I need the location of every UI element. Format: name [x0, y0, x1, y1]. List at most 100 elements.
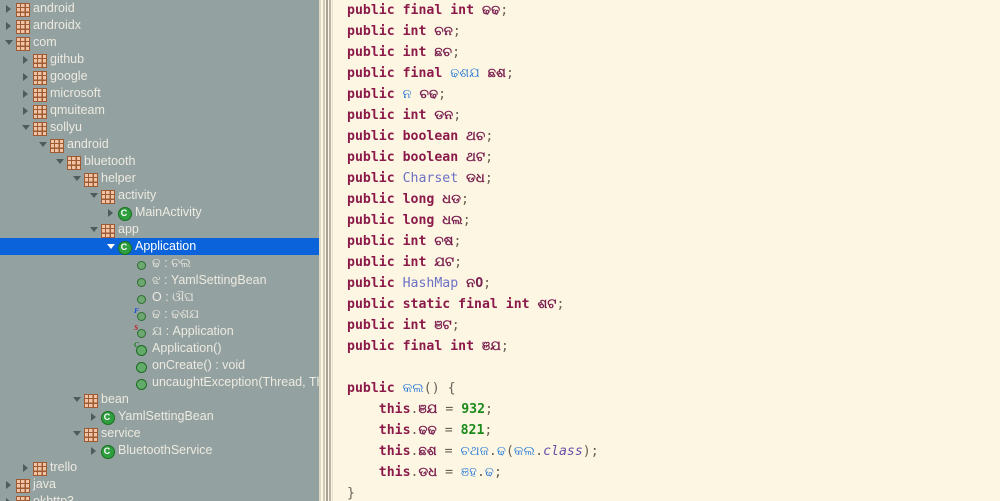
- tree-row[interactable]: BluetoothService: [0, 442, 319, 459]
- tree-row-label: ଯ : Application: [152, 324, 234, 338]
- code-line: this.ଡଧ = ଞହ.ଢ;: [347, 462, 599, 483]
- code-token-kw: final: [402, 66, 451, 81]
- scrollbar-stripe[interactable]: [319, 0, 321, 501]
- code-token-kw: this: [378, 444, 411, 459]
- tree-row[interactable]: helper: [0, 170, 319, 187]
- code-token-ident: ଚନ: [434, 24, 453, 39]
- tree-row[interactable]: qmuiteam: [0, 102, 319, 119]
- class-icon: [100, 408, 115, 425]
- code-line: public Charset ଡଧ;: [347, 168, 599, 189]
- chevron-right-icon[interactable]: [21, 102, 32, 119]
- tree-row[interactable]: sollyu: [0, 119, 319, 136]
- code-token-ident: ଯଟ: [434, 255, 455, 270]
- tree-row-label: com: [33, 35, 57, 49]
- chevron-right-icon[interactable]: [4, 493, 15, 501]
- chevron-right-icon[interactable]: [21, 68, 32, 85]
- chevron-down-icon[interactable]: [89, 221, 100, 238]
- chevron-right-icon[interactable]: [89, 442, 100, 459]
- code-token-pun: .: [488, 444, 497, 459]
- tree-row[interactable]: O : ଔଘ: [0, 289, 319, 306]
- modifier-badge-s-icon: S: [134, 323, 139, 332]
- class-icon: [117, 204, 132, 221]
- code-token-kw: int: [505, 297, 538, 312]
- code-token-ident: ଢଢ: [481, 3, 501, 18]
- tree-row-label: helper: [101, 171, 136, 185]
- chevron-down-icon[interactable]: [21, 119, 32, 136]
- code-token-idb: ଢଶଯ: [450, 66, 488, 81]
- chevron-right-icon[interactable]: [4, 0, 15, 17]
- tree-row[interactable]: onCreate() : void: [0, 357, 319, 374]
- editor-scrollbar-gutter[interactable]: [319, 0, 335, 501]
- tree-row[interactable]: github: [0, 51, 319, 68]
- chevron-down-icon[interactable]: [89, 187, 100, 204]
- scrollbar-stripe[interactable]: [326, 0, 328, 501]
- code-token-pun: ;: [500, 339, 509, 354]
- tree-row[interactable]: S ଯ : Application: [0, 323, 319, 340]
- tree-row[interactable]: microsoft: [0, 85, 319, 102]
- tree-row[interactable]: MainActivity: [0, 204, 319, 221]
- tree-row[interactable]: android: [0, 0, 319, 17]
- code-token-pun: ;: [485, 129, 494, 144]
- chevron-right-icon[interactable]: [89, 408, 100, 425]
- tree-row[interactable]: android: [0, 136, 319, 153]
- tree-row[interactable]: activity: [0, 187, 319, 204]
- tree-row[interactable]: app: [0, 221, 319, 238]
- tree-row[interactable]: trello: [0, 459, 319, 476]
- scrollbar-stripe[interactable]: [323, 0, 325, 501]
- source-code-text[interactable]: public final int ଢଢ; public int ଚନ; public…: [347, 0, 599, 501]
- tree-row[interactable]: java: [0, 476, 319, 493]
- code-token-ident: ଚଢ: [419, 87, 439, 102]
- chevron-right-icon[interactable]: [4, 17, 15, 34]
- code-token-kw: public: [347, 171, 403, 186]
- tree-row[interactable]: service: [0, 425, 319, 442]
- tree-row[interactable]: androidx: [0, 17, 319, 34]
- code-token-pun: ;: [453, 234, 462, 249]
- tree-row[interactable]: F ଢ : ଢଶଯ: [0, 306, 319, 323]
- tree-row[interactable]: uncaughtException(Thread, Thro: [0, 374, 319, 391]
- code-token-num: 932: [461, 402, 486, 417]
- code-token-kw: int: [450, 339, 482, 354]
- chevron-right-icon[interactable]: [21, 51, 32, 68]
- tree-row[interactable]: C Application(): [0, 340, 319, 357]
- package-icon: [32, 119, 47, 136]
- code-line: public int ଚନ;: [347, 21, 599, 42]
- tree-row[interactable]: ଝ : YamlSettingBean: [0, 272, 319, 289]
- tree-row[interactable]: com: [0, 34, 319, 51]
- code-token-ident: ଞଯ: [481, 339, 501, 354]
- ide-window: android androidx com github google microsoft q…: [0, 0, 1000, 501]
- chevron-down-icon[interactable]: [38, 136, 49, 153]
- tree-row[interactable]: bluetooth: [0, 153, 319, 170]
- tree-row[interactable]: YamlSettingBean: [0, 408, 319, 425]
- code-token-ident: ନO: [466, 276, 484, 291]
- chevron-right-icon[interactable]: [106, 204, 117, 221]
- chevron-right-icon[interactable]: [4, 476, 15, 493]
- chevron-down-icon[interactable]: [72, 170, 83, 187]
- chevron-down-icon[interactable]: [72, 425, 83, 442]
- chevron-down-icon[interactable]: [4, 34, 15, 51]
- tree-row[interactable]: okhttp3: [0, 493, 319, 501]
- code-line: public int ଡନ;: [347, 105, 599, 126]
- code-token-kw: boolean: [402, 129, 467, 144]
- code-token-pun: ;: [500, 3, 509, 18]
- chevron-right-icon[interactable]: [21, 85, 32, 102]
- code-editor-panel[interactable]: public final int ଢଢ; public int ଚନ; public…: [335, 0, 1000, 501]
- chevron-down-icon[interactable]: [55, 153, 66, 170]
- tree-row[interactable]: bean: [0, 391, 319, 408]
- package-icon: [32, 85, 47, 102]
- scrollbar-stripe[interactable]: [329, 0, 331, 501]
- chevron-down-icon[interactable]: [106, 238, 117, 255]
- field-icon: [134, 255, 149, 272]
- chevron-down-icon[interactable]: [72, 391, 83, 408]
- tree-row[interactable]: Application: [0, 238, 319, 255]
- project-tree-panel[interactable]: android androidx com github google microsoft q…: [0, 0, 319, 501]
- code-line: this.ଛଶ = ଚଥଜ.ଢ(କଲ.class);: [347, 441, 599, 462]
- tree-row[interactable]: ଢ : ଚଲ: [0, 255, 319, 272]
- code-token-pun: ;: [484, 423, 493, 438]
- code-token-cls: class: [543, 444, 583, 459]
- chevron-right-icon[interactable]: [21, 459, 32, 476]
- code-token-kw: int: [450, 3, 482, 18]
- tree-row[interactable]: google: [0, 68, 319, 85]
- scrollbar-stripe[interactable]: [332, 0, 333, 501]
